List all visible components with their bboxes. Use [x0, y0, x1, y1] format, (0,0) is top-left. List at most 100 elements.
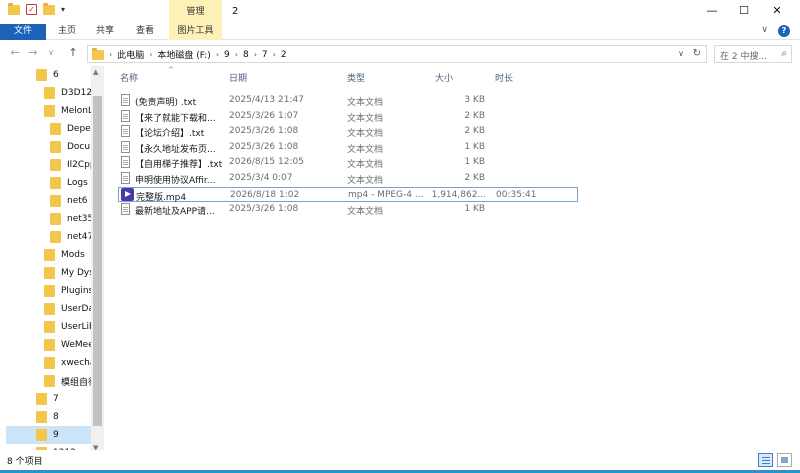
file-date: 2025/3/26 1:08: [229, 204, 299, 215]
nav-folder-item[interactable]: D3D12: [44, 84, 92, 102]
file-row[interactable]: 最新地址及APP请... 2025/3/26 1:08 文本文档 1 KB: [118, 202, 578, 217]
nav-folder-item[interactable]: net35: [50, 210, 93, 228]
breadcrumb-folder-7[interactable]: 7: [262, 50, 268, 60]
search-input[interactable]: 在 2 中搜... ⌕: [714, 45, 792, 63]
file-list: 名称 ^ 日期 类型 大小 时长 (免责声明) .txt 2025/4/13 21…: [104, 66, 800, 454]
folder-icon: [44, 105, 55, 117]
folder-icon: [50, 159, 61, 171]
tab-file[interactable]: 文件: [0, 24, 46, 40]
breadcrumb-this-pc[interactable]: 此电脑: [117, 48, 144, 61]
breadcrumb-folder-9[interactable]: 9: [224, 50, 230, 60]
file-row[interactable]: 申明使用协议Affir... 2025/3/4 0:07 文本文档 2 KB: [118, 171, 578, 186]
column-header-size[interactable]: 大小: [435, 71, 453, 84]
folder-icon: [50, 231, 61, 243]
back-arrow-icon[interactable]: ←: [8, 46, 22, 59]
column-header-date[interactable]: 日期: [229, 71, 247, 84]
nav-folder-label: 6: [53, 70, 59, 80]
nav-folder-label: 9: [53, 430, 59, 440]
file-name: 【永久地址发布页...: [135, 144, 216, 155]
folder-icon: [92, 47, 104, 60]
column-header-name-label: 名称: [120, 74, 139, 84]
forward-arrow-icon[interactable]: →: [26, 46, 40, 59]
nav-folder-item[interactable]: UserDat: [44, 300, 98, 318]
chevron-right-icon[interactable]: ›: [216, 50, 219, 59]
nav-folder-item[interactable]: 模组自行: [44, 372, 97, 390]
nav-folder-item[interactable]: WeMeet: [44, 336, 97, 354]
quick-access-toolbar: ✓ ▾: [8, 2, 65, 15]
new-folder-icon[interactable]: [43, 2, 55, 15]
nav-folder-item[interactable]: 7: [36, 390, 59, 408]
file-row[interactable]: (免责声明) .txt 2025/4/13 21:47 文本文档 3 KB: [118, 93, 578, 108]
expand-ribbon-chevron-icon[interactable]: ∨: [761, 25, 768, 37]
nav-scrollbar-thumb[interactable]: [93, 96, 102, 426]
large-icons-view-icon: [781, 457, 788, 463]
item-count: 8 个项目: [7, 457, 43, 467]
file-type: 文本文档: [347, 160, 384, 171]
breadcrumb: › 此电脑 › 本地磁盘 (F:) › 9 › 8 › 7 › 2: [92, 47, 287, 61]
file-row[interactable]: 【论坛介绍】.txt 2025/3/26 1:08 文本文档 2 KB: [118, 124, 578, 139]
file-size: 1 KB: [464, 157, 485, 168]
tab-view[interactable]: 查看: [128, 24, 162, 40]
file-name: 申明使用协议Affir...: [135, 176, 216, 186]
address-history-dropdown-icon[interactable]: ∨: [678, 49, 684, 58]
chevron-right-icon[interactable]: ›: [109, 50, 112, 59]
file-date: 2025/3/4 0:07: [229, 173, 293, 183]
scroll-up-arrow-icon[interactable]: ▲: [93, 68, 98, 76]
customize-toolbar-dropdown-icon[interactable]: ▾: [61, 5, 65, 14]
nav-folder-item[interactable]: Plugins: [44, 282, 93, 300]
text-file-icon: [121, 109, 130, 122]
chevron-right-icon[interactable]: ›: [149, 50, 152, 59]
nav-folder-item[interactable]: net6: [50, 192, 88, 210]
video-file-icon: [121, 187, 134, 201]
close-button[interactable]: ✕: [760, 0, 794, 24]
file-size: 2 KB: [464, 173, 485, 183]
breadcrumb-folder-8[interactable]: 8: [243, 50, 249, 60]
nav-folder-item[interactable]: Logs: [50, 174, 88, 192]
nav-folder-item[interactable]: My Dyst: [44, 264, 97, 282]
address-bar[interactable]: › 此电脑 › 本地磁盘 (F:) › 9 › 8 › 7 › 2 ∨ ↻: [87, 45, 707, 63]
file-date: 2025/3/26 1:08: [229, 126, 299, 137]
nav-folder-label: D3D12: [61, 88, 93, 98]
file-row[interactable]: 完整版.mp4 2026/8/18 1:02 mp4 - MPEG-4 ... 1,9…: [118, 186, 578, 203]
file-type: 文本文档: [347, 98, 384, 108]
folder-icon: [44, 339, 55, 351]
column-header-type[interactable]: 类型: [347, 71, 365, 84]
breadcrumb-folder-2[interactable]: 2: [281, 50, 287, 60]
nav-folder-item[interactable]: Mods: [44, 246, 85, 264]
file-row[interactable]: 【来了就能下载和... 2025/3/26 1:07 文本文档 2 KB: [118, 109, 578, 124]
large-icons-view-button[interactable]: [777, 453, 792, 467]
file-type: 文本文档: [347, 207, 384, 218]
tab-picture-tools[interactable]: 图片工具: [169, 24, 222, 40]
file-row[interactable]: 【自用梯子推荐】.txt 2026/8/15 12:05 文本文档 1 KB: [118, 155, 578, 170]
column-header-name[interactable]: 名称: [120, 71, 138, 84]
column-header-duration[interactable]: 时长: [495, 71, 513, 84]
breadcrumb-drive-f[interactable]: 本地磁盘 (F:): [157, 48, 210, 61]
folder-icon: [8, 2, 20, 15]
nav-folder-item[interactable]: 8: [36, 408, 59, 426]
file-duration: 00:35:41: [496, 189, 537, 200]
maximize-button[interactable]: ☐: [727, 0, 761, 24]
search-placeholder: 在 2 中搜...: [720, 52, 768, 62]
refresh-icon[interactable]: ↻: [693, 48, 701, 59]
chevron-right-icon[interactable]: ›: [273, 50, 276, 59]
nav-folder-item[interactable]: 6: [36, 66, 59, 84]
text-file-icon: [121, 125, 130, 138]
chevron-right-icon[interactable]: ›: [235, 50, 238, 59]
nav-folder-item[interactable]: 9: [6, 426, 91, 444]
chevron-right-icon[interactable]: ›: [254, 50, 257, 59]
nav-scrollbar[interactable]: ▲ ▼: [91, 66, 104, 454]
minimize-button[interactable]: —: [695, 0, 729, 24]
file-row[interactable]: 【永久地址发布页... 2025/3/26 1:08 文本文档 1 KB: [118, 140, 578, 155]
ribbon-controls: ∨ ?: [761, 25, 790, 37]
help-icon[interactable]: ?: [778, 25, 790, 37]
tab-share[interactable]: 共享: [88, 24, 122, 40]
folder-icon: [50, 141, 61, 153]
folder-icon: [36, 429, 47, 441]
recent-locations-dropdown-icon[interactable]: ∨: [44, 48, 58, 57]
navigation-pane[interactable]: 6 D3D12 MelonLo Depen Docum Il2Cppa Logs net6 ne…: [0, 66, 104, 454]
tab-home[interactable]: 主页: [50, 24, 84, 40]
nav-folder-item[interactable]: Depen: [50, 120, 96, 138]
up-arrow-icon[interactable]: ↑: [66, 46, 80, 59]
details-view-button[interactable]: [758, 453, 773, 467]
properties-check-icon[interactable]: ✓: [26, 4, 37, 15]
